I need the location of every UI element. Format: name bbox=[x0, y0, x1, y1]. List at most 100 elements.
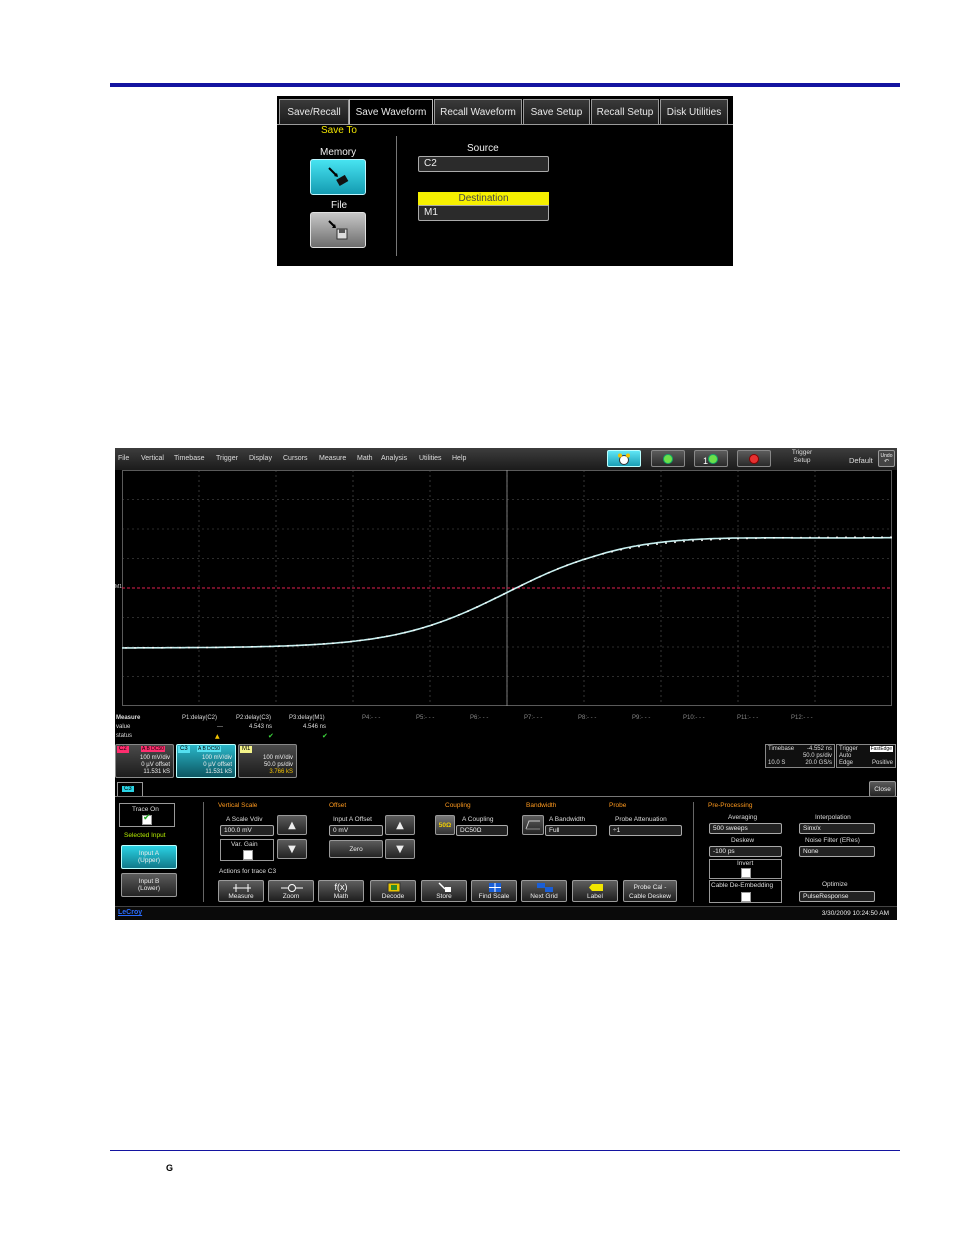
store-action-button[interactable]: Store bbox=[421, 880, 467, 902]
trace-descriptor-m1[interactable]: M1 100 mV/div 50.0 ps/div 3.766 kS bbox=[238, 744, 297, 778]
tab-recall-waveform[interactable]: Recall Waveform bbox=[434, 99, 522, 125]
input-a-label: Input A bbox=[138, 850, 160, 857]
param-p5[interactable]: P5:- - - bbox=[416, 715, 434, 721]
sample-point bbox=[809, 536, 811, 539]
next-grid-action-button[interactable]: Next Grid bbox=[521, 880, 567, 902]
sample-point bbox=[701, 539, 703, 542]
param-p7[interactable]: P7:- - - bbox=[524, 715, 542, 721]
bandwidth-field[interactable]: Full bbox=[545, 825, 597, 836]
input-a-button[interactable]: Input A (Upper) bbox=[121, 845, 177, 869]
deskew-field[interactable]: -100 ps bbox=[709, 846, 782, 857]
sample-point bbox=[125, 647, 127, 649]
scale-up-button[interactable]: ▲ bbox=[277, 815, 307, 835]
averaging-field[interactable]: 500 sweeps bbox=[709, 823, 782, 834]
menu-help[interactable]: Help bbox=[452, 455, 466, 462]
single-trigger-button[interactable] bbox=[651, 450, 685, 467]
menu-trigger[interactable]: Trigger bbox=[216, 455, 238, 462]
noise-filter-field[interactable]: None bbox=[799, 846, 875, 857]
find-scale-action-button[interactable]: Find Scale bbox=[471, 880, 517, 902]
stop-button[interactable] bbox=[737, 450, 771, 467]
trace-on-checkbox[interactable]: ✔ bbox=[142, 813, 152, 825]
tab-label: Save Waveform bbox=[355, 107, 427, 118]
label-action-button[interactable]: Label bbox=[572, 880, 618, 902]
trigger-descriptor[interactable]: Trigger FastEdge Auto Edge Positive bbox=[836, 744, 896, 768]
next-grid-icon bbox=[537, 883, 553, 892]
auto-setup-button[interactable] bbox=[607, 450, 641, 467]
tab-save-setup[interactable]: Save Setup bbox=[523, 99, 590, 125]
param-p6[interactable]: P6:- - - bbox=[470, 715, 488, 721]
trigger-setup-label-2: Setup bbox=[793, 457, 811, 464]
menu-utilities[interactable]: Utilities bbox=[419, 455, 442, 462]
coupling-button[interactable]: 50Ω bbox=[435, 815, 455, 835]
zoom-action-button[interactable]: Zoom bbox=[268, 880, 314, 902]
normal-trigger-button[interactable]: 1 bbox=[694, 450, 728, 467]
menu-measure[interactable]: Measure bbox=[319, 455, 346, 462]
bandwidth-button[interactable] bbox=[522, 815, 544, 835]
trigger-setup-button[interactable]: Trigger Setup bbox=[783, 449, 821, 468]
memory-button[interactable] bbox=[310, 159, 366, 195]
probe-attenuation-field[interactable]: ÷1 bbox=[609, 825, 682, 836]
panel-divider bbox=[396, 136, 397, 256]
coupling-field[interactable]: DC50Ω bbox=[456, 825, 508, 836]
timebase-descriptor[interactable]: Timebase -4.552 ns 50.0 ps/div 10.0 S 20… bbox=[765, 744, 835, 768]
find-scale-action-label: Find Scale bbox=[478, 893, 510, 900]
param-p4[interactable]: P4:- - - bbox=[362, 715, 380, 721]
checkmark-icon: ✔ bbox=[143, 813, 151, 823]
menu-file[interactable]: File bbox=[118, 455, 129, 462]
param-p1[interactable]: P1:delay(C2) bbox=[182, 715, 217, 721]
param-p3[interactable]: P3:delay(M1) bbox=[289, 715, 325, 721]
menu-cursors[interactable]: Cursors bbox=[283, 455, 308, 462]
tab-disk-utilities[interactable]: Disk Utilities bbox=[660, 99, 728, 125]
var-gain-checkbox[interactable] bbox=[243, 850, 253, 860]
invert-checkbox[interactable] bbox=[741, 868, 751, 878]
sample-point bbox=[512, 588, 514, 591]
param-p2[interactable]: P2:delay(C3) bbox=[236, 715, 271, 721]
timebase-per-div: 50.0 ps/div bbox=[802, 753, 832, 759]
param-p11[interactable]: P11:- - - bbox=[737, 715, 758, 721]
menu-display[interactable]: Display bbox=[249, 455, 272, 462]
default-button[interactable]: Default bbox=[849, 456, 873, 465]
menu-math[interactable]: Math bbox=[357, 455, 373, 462]
offset-down-button[interactable]: ▼ bbox=[385, 839, 415, 859]
probe-cal-button[interactable]: Probe Cal - Cable Deskew bbox=[623, 880, 677, 902]
source-field[interactable]: C2 bbox=[418, 156, 549, 172]
decode-action-button[interactable]: Decode bbox=[370, 880, 416, 902]
close-button[interactable]: Close bbox=[869, 781, 896, 797]
zero-button[interactable]: Zero bbox=[329, 840, 383, 858]
tab-recall-setup[interactable]: Recall Setup bbox=[591, 99, 659, 125]
interpolation-field[interactable]: Sinx/x bbox=[799, 823, 875, 834]
math-action-button[interactable]: f(x) Math bbox=[318, 880, 364, 902]
scale-down-button[interactable]: ▼ bbox=[277, 839, 307, 859]
measure-action-button[interactable]: Measure bbox=[218, 880, 264, 902]
offset-field[interactable]: 0 mV bbox=[329, 825, 383, 836]
undo-icon: ↶ bbox=[883, 459, 890, 465]
trigger-slope-type: Edge bbox=[839, 760, 854, 766]
menu-vertical[interactable]: Vertical bbox=[141, 455, 164, 462]
actions-label: Actions for trace C3 bbox=[219, 868, 277, 875]
param-p12[interactable]: P12:- - - bbox=[791, 715, 813, 721]
optimize-field[interactable]: PulseResponse bbox=[799, 891, 875, 902]
file-button[interactable] bbox=[310, 212, 366, 248]
trace-descriptor-c2[interactable]: C2 A B DC50 100 mV/div 0 µV offset 11.53… bbox=[115, 744, 174, 778]
destination-field[interactable]: M1 bbox=[418, 205, 549, 221]
measure-row-status: status bbox=[116, 733, 133, 739]
a-scale-field[interactable]: 100.0 mV bbox=[220, 825, 274, 836]
param-p9[interactable]: P9:- - - bbox=[632, 715, 650, 721]
offset-up-button[interactable]: ▲ bbox=[385, 815, 415, 835]
sample-point bbox=[269, 645, 271, 648]
param-p8[interactable]: P8:- - - bbox=[578, 715, 596, 721]
cable-deembedding-checkbox[interactable] bbox=[741, 892, 751, 902]
menu-analysis[interactable]: Analysis bbox=[381, 455, 407, 462]
input-b-button[interactable]: Input B (Lower) bbox=[121, 873, 177, 897]
sample-point bbox=[260, 645, 262, 648]
sample-point bbox=[251, 645, 253, 648]
tab-save-waveform[interactable]: Save Waveform bbox=[349, 99, 433, 125]
undo-button[interactable]: Undo ↶ bbox=[878, 450, 895, 467]
param-p10[interactable]: P10:- - - bbox=[683, 715, 705, 721]
tab-save-recall[interactable]: Save/Recall bbox=[279, 99, 349, 125]
dock-tab-c3[interactable]: C3 bbox=[117, 782, 143, 796]
trace-descriptor-c3[interactable]: C3 A B DC50 100 mV/div 0 µV offset 11.53… bbox=[176, 744, 236, 778]
cable-deembedding-box: Cable De-Embedding bbox=[709, 880, 782, 903]
sample-point bbox=[287, 644, 289, 647]
menu-timebase[interactable]: Timebase bbox=[174, 455, 204, 462]
